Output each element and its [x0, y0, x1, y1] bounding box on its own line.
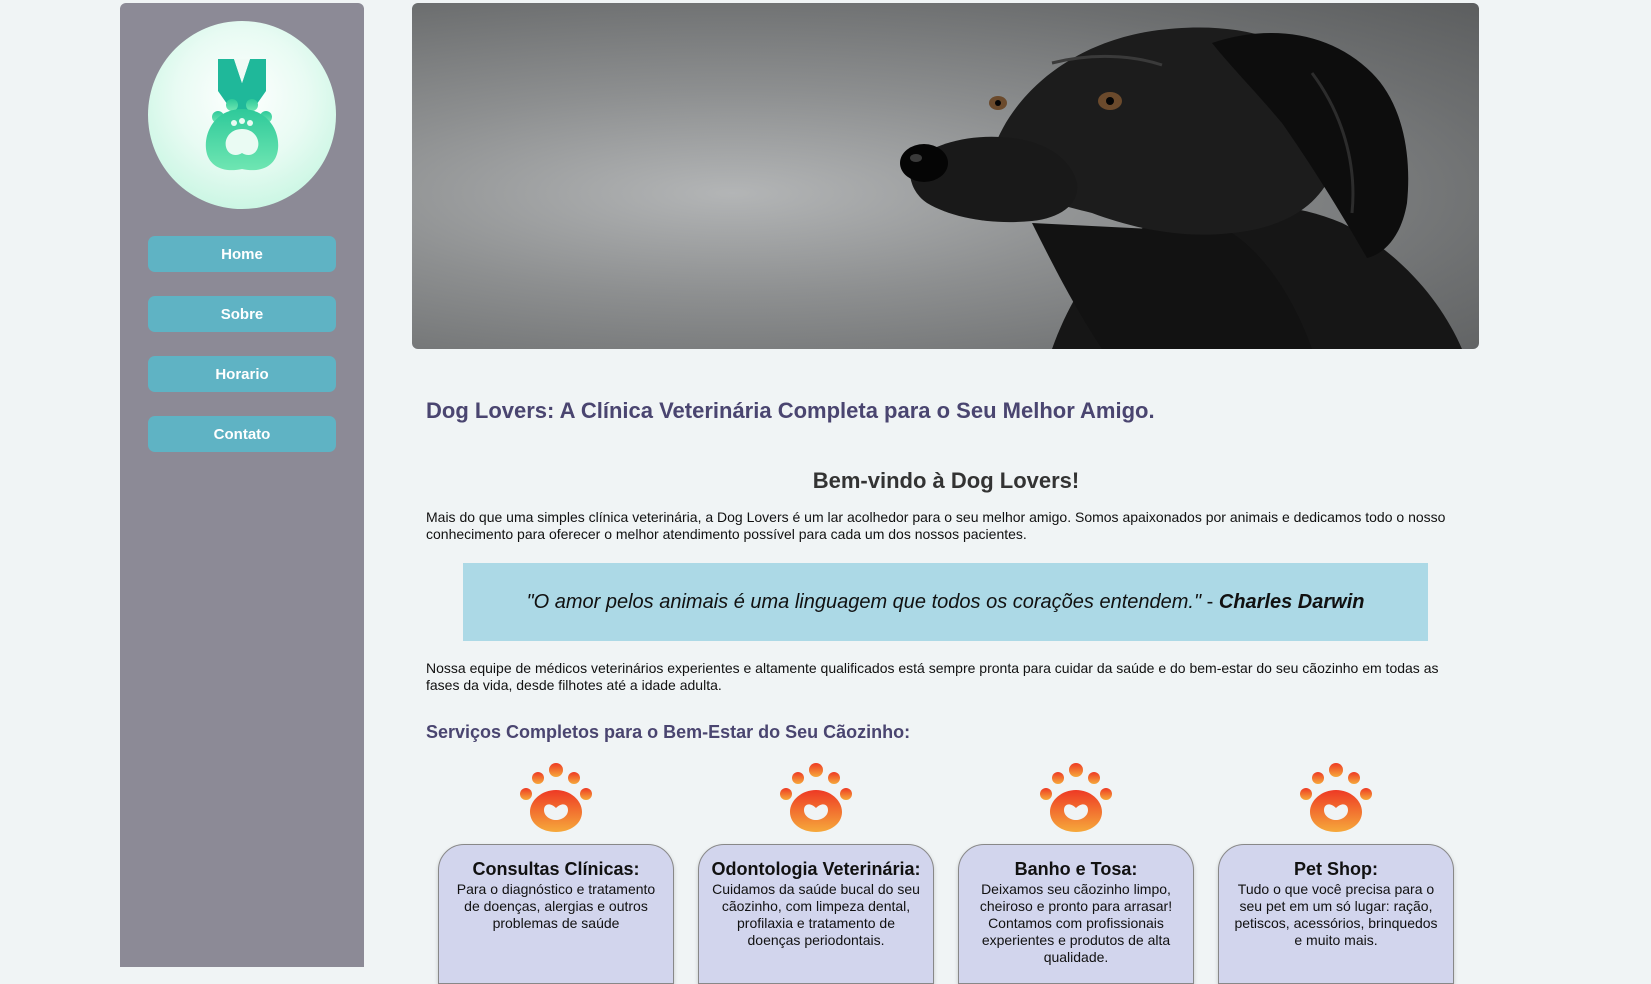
- sidebar: Home Sobre Horario Contato: [120, 3, 364, 967]
- service-card-text: Deixamos seu cãozinho limpo, cheiroso e …: [979, 881, 1173, 965]
- quote-text: "O amor pelos animais é uma linguagem qu…: [526, 590, 1202, 613]
- page-title: Dog Lovers: A Clínica Veterinária Comple…: [426, 398, 1155, 423]
- service-card-text: Tudo o que você precisa para o seu pet e…: [1234, 881, 1438, 948]
- service-card-pet-shop: Pet Shop: Tudo o que você precisa para o…: [1218, 844, 1454, 984]
- service-card-title: Banho e Tosa:: [1014, 859, 1138, 879]
- service-card-consultas: Consultas Clínicas: Para o diagnóstico e…: [438, 844, 674, 984]
- service-card-text: Cuidamos da saúde bucal do seu cãozinho,…: [712, 881, 920, 948]
- team-paragraph: Nossa equipe de médicos veterinários exp…: [426, 660, 1439, 693]
- service-card-banho-tosa: Banho e Tosa: Deixamos seu cãozinho limp…: [958, 844, 1194, 984]
- intro-paragraph: Mais do que uma simples clínica veteriná…: [426, 509, 1446, 542]
- paw-icon: [520, 763, 592, 832]
- logo[interactable]: [148, 21, 336, 209]
- welcome-heading: Bem-vindo à Dog Lovers!: [812, 468, 1080, 493]
- nav-home-button[interactable]: Home: [148, 236, 336, 272]
- service-card-text: Para o diagnóstico e tratamento de doenç…: [456, 881, 656, 931]
- paw-icon: [780, 763, 852, 832]
- service-card-title: Consultas Clínicas:: [472, 859, 640, 879]
- nav-sobre-button[interactable]: Sobre: [148, 296, 336, 332]
- service-card-title: Pet Shop:: [1294, 859, 1378, 879]
- paw-icon: [1300, 763, 1372, 832]
- services-title: Serviços Completos para o Bem-Estar do S…: [426, 722, 911, 742]
- medal-paw-icon: [205, 59, 279, 171]
- quote-box: "O amor pelos animais é uma linguagem qu…: [463, 563, 1428, 641]
- black-dog-photo: [900, 27, 1462, 349]
- nav-horario-button[interactable]: Horario: [148, 356, 336, 392]
- service-card-odontologia: Odontologia Veterinária: Cuidamos da saú…: [698, 844, 934, 984]
- quote-author: Charles Darwin: [1218, 590, 1365, 613]
- hero-banner: [412, 3, 1479, 349]
- service-card-title: Odontologia Veterinária:: [711, 859, 921, 879]
- quote-separator: -: [1201, 590, 1219, 613]
- paw-icon: [1040, 763, 1112, 832]
- nav-contato-button[interactable]: Contato: [148, 416, 336, 452]
